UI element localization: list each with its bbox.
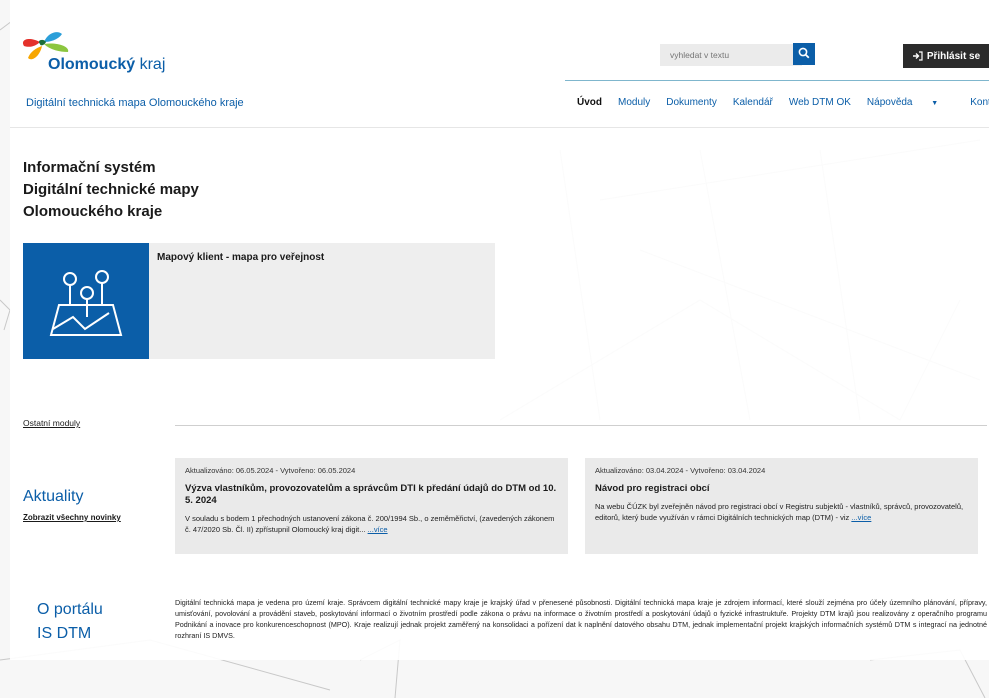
page-title-line-2: Digitální technické mapy <box>23 181 199 198</box>
search-input[interactable] <box>660 44 802 66</box>
search-button[interactable] <box>793 43 815 65</box>
site-subtitle: Digitální technická mapa Olomouckého kra… <box>26 97 244 109</box>
site-header: Olomoucký kraj Digitální technická mapa … <box>10 0 989 128</box>
nav-item-web-dtm-ok[interactable]: Web DTM OK <box>789 97 851 108</box>
nav-item-kontakty[interactable]: Kontakty <box>970 97 989 108</box>
show-all-news-link[interactable]: Zobrazit všechny novinky <box>23 513 121 522</box>
nav-item-napoveda[interactable]: Nápověda ▼ <box>867 97 954 108</box>
nav-divider <box>565 80 989 81</box>
read-more-link[interactable]: ...více <box>851 513 871 522</box>
about-heading-line-1: O portálu <box>37 601 103 618</box>
read-more-link[interactable]: ...více <box>368 525 388 534</box>
other-modules-link[interactable]: Ostatní moduly <box>23 418 80 428</box>
logo-text: Olomoucký kraj <box>48 56 166 73</box>
nav-item-napoveda-label: Nápověda <box>866 97 913 108</box>
login-button[interactable]: Přihlásit se <box>903 44 989 68</box>
tile-icon-box <box>23 243 149 359</box>
page-title-line-3: Olomouckého kraje <box>23 203 163 220</box>
main-nav: Úvod Moduly Dokumenty Kalendář Web DTM O… <box>577 97 989 108</box>
news-text: V souladu s bodem 1 přechodných ustanove… <box>185 514 555 534</box>
caret-down-icon: ▼ <box>931 100 939 107</box>
news-card[interactable]: Aktualizováno: 03.04.2024 - Vytvořeno: 0… <box>585 458 978 554</box>
nav-item-dokumenty[interactable]: Dokumenty <box>666 97 717 108</box>
news-title[interactable]: Návod pro registraci obcí <box>595 483 968 495</box>
sign-in-icon <box>912 51 923 61</box>
about-heading-line-2: IS DTM <box>37 625 92 642</box>
news-meta: Aktualizováno: 03.04.2024 - Vytvořeno: 0… <box>595 466 766 475</box>
page-container: Olomoucký kraj Digitální technická mapa … <box>10 0 989 660</box>
page-title-line-1: Informační systém <box>23 159 156 176</box>
login-label: Přihlásit se <box>926 50 981 62</box>
search-icon <box>798 47 810 58</box>
news-text: Na webu ČÚZK byl zveřejněn návod pro reg… <box>595 502 964 522</box>
map-client-tile[interactable]: Mapový klient - mapa pro veřejnost <box>23 243 495 359</box>
section-divider <box>175 425 987 426</box>
tile-label: Mapový klient - mapa pro veřejnost <box>157 252 325 263</box>
news-meta: Aktualizováno: 06.05.2024 - Vytvořeno: 0… <box>185 466 356 475</box>
news-heading: Aktuality <box>23 488 84 505</box>
news-card[interactable]: Aktualizováno: 06.05.2024 - Vytvořeno: 0… <box>175 458 568 554</box>
map-pins-icon <box>49 270 123 336</box>
about-heading: O portálu IS DTM <box>37 598 157 646</box>
nav-item-kalendar[interactable]: Kalendář <box>733 97 773 108</box>
nav-item-moduly[interactable]: Moduly <box>618 97 650 108</box>
nav-item-uvod[interactable]: Úvod <box>577 97 602 108</box>
about-text: Digitální technická mapa je vedena pro ú… <box>175 598 987 640</box>
page-title: Informační systém Digitální technické ma… <box>23 157 283 223</box>
news-title[interactable]: Výzva vlastníkům, provozovatelům a správ… <box>185 483 558 507</box>
